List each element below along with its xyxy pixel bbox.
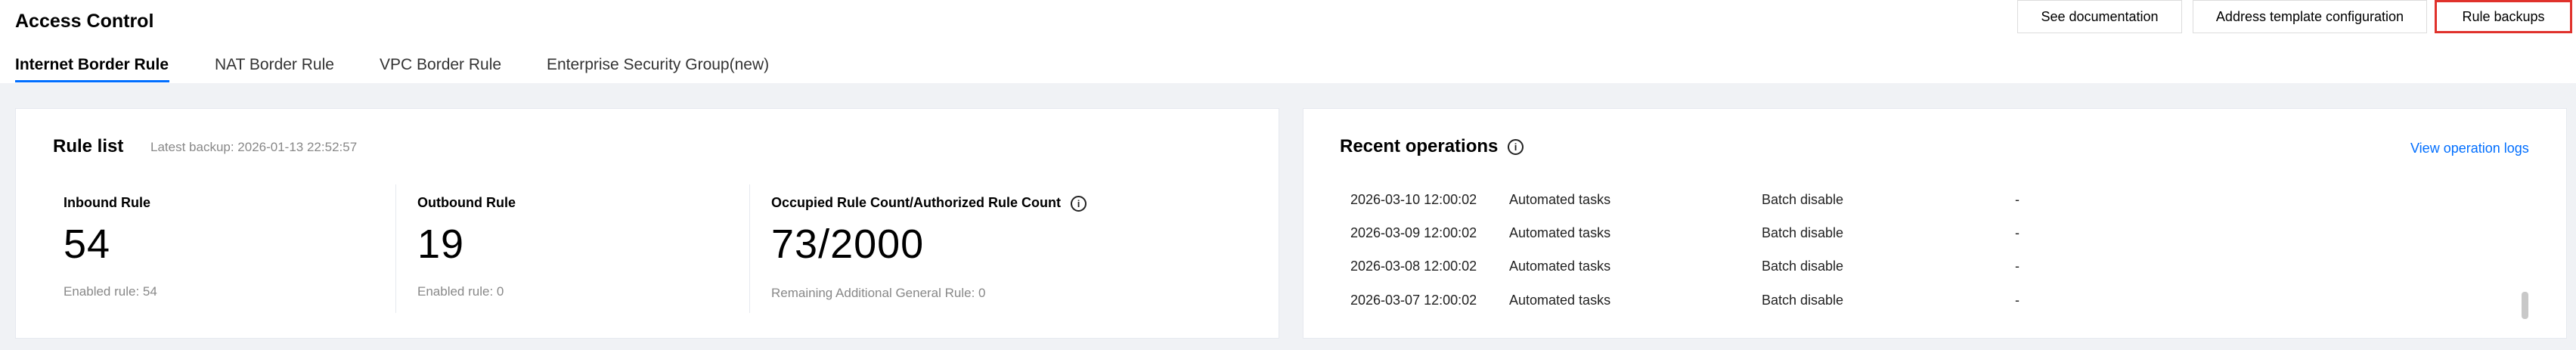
operations-scrollbar[interactable] bbox=[2522, 292, 2528, 319]
rule-count-label-text: Occupied Rule Count/Authorized Rule Coun… bbox=[771, 195, 1061, 210]
tab-nat-border-rule[interactable]: NAT Border Rule bbox=[215, 56, 334, 74]
recent-operations-title: Recent operations i bbox=[1340, 136, 1524, 157]
tab-enterprise-security-group[interactable]: Enterprise Security Group(new) bbox=[547, 56, 769, 74]
outbound-enabled-rule: Enabled rule: 0 bbox=[417, 284, 504, 299]
outbound-rule-label: Outbound Rule bbox=[417, 195, 516, 210]
operation-time: 2026-03-08 12:00:02 bbox=[1350, 259, 1477, 274]
remaining-general-rule: Remaining Additional General Rule: 0 bbox=[771, 286, 986, 300]
top-bar: Access Control See documentation Address… bbox=[0, 0, 2576, 83]
operation-action: Batch disable bbox=[1762, 192, 1844, 207]
address-template-configuration-button[interactable]: Address template configuration bbox=[2193, 0, 2427, 33]
operation-row: 2026-03-10 12:00:02 Automated tasks Batc… bbox=[1303, 192, 2475, 225]
recent-operations-title-text: Recent operations bbox=[1340, 136, 1499, 156]
tab-internet-border-rule[interactable]: Internet Border Rule bbox=[15, 56, 169, 82]
operation-row: 2026-03-08 12:00:02 Automated tasks Batc… bbox=[1303, 259, 2475, 292]
recent-operations-card: Recent operations i View operation logs … bbox=[1303, 108, 2567, 339]
page-title: Access Control bbox=[15, 11, 154, 32]
inbound-enabled-rule: Enabled rule: 54 bbox=[64, 284, 157, 299]
operation-row: 2026-03-09 12:00:02 Automated tasks Batc… bbox=[1303, 225, 2475, 259]
tab-label: NAT Border Rule bbox=[215, 56, 334, 73]
operation-action: Batch disable bbox=[1762, 259, 1844, 274]
operation-type: Automated tasks bbox=[1509, 225, 1611, 240]
rule-list-title: Rule list bbox=[53, 136, 124, 156]
rule-list-card: Rule list Latest backup: 2026-01-13 22:5… bbox=[15, 108, 1279, 339]
view-operation-logs-link[interactable]: View operation logs bbox=[2410, 141, 2529, 156]
operation-time: 2026-03-10 12:00:02 bbox=[1350, 192, 1477, 207]
operation-type: Automated tasks bbox=[1509, 259, 1611, 274]
rule-count-value: 73/2000 bbox=[771, 221, 925, 267]
inbound-rule-count: 54 bbox=[64, 221, 111, 267]
tab-vpc-border-rule[interactable]: VPC Border Rule bbox=[380, 56, 501, 74]
operation-type: Automated tasks bbox=[1509, 293, 1611, 308]
operation-action: Batch disable bbox=[1762, 293, 1844, 308]
info-circle-icon[interactable]: i bbox=[1508, 139, 1524, 156]
operation-time: 2026-03-07 12:00:02 bbox=[1350, 293, 1477, 308]
inbound-rule-label: Inbound Rule bbox=[64, 195, 150, 210]
operation-row: 2026-03-07 12:00:02 Automated tasks Batc… bbox=[1303, 293, 2475, 326]
see-documentation-button[interactable]: See documentation bbox=[2017, 0, 2182, 33]
stat-divider bbox=[395, 184, 396, 313]
tab-label: Internet Border Rule bbox=[15, 56, 169, 73]
operation-detail: - bbox=[2015, 192, 2020, 207]
operation-detail: - bbox=[2015, 293, 2020, 308]
operations-list: 2026-03-10 12:00:02 Automated tasks Batc… bbox=[1303, 192, 2568, 328]
rule-backups-button[interactable]: Rule backups bbox=[2435, 0, 2572, 33]
latest-backup-text: Latest backup: 2026-01-13 22:52:57 bbox=[150, 140, 358, 154]
operation-detail: - bbox=[2015, 225, 2020, 240]
active-tab-indicator bbox=[15, 80, 169, 82]
tab-label: VPC Border Rule bbox=[380, 56, 502, 73]
outbound-rule-count: 19 bbox=[417, 221, 465, 267]
info-circle-icon[interactable]: i bbox=[1071, 195, 1087, 212]
operation-detail: - bbox=[2015, 259, 2020, 274]
operation-type: Automated tasks bbox=[1509, 192, 1611, 207]
operation-time: 2026-03-09 12:00:02 bbox=[1350, 225, 1477, 240]
operation-action: Batch disable bbox=[1762, 225, 1844, 240]
stat-divider bbox=[749, 184, 750, 313]
rule-count-label: Occupied Rule Count/Authorized Rule Coun… bbox=[771, 195, 1087, 212]
tab-label: Enterprise Security Group(new) bbox=[547, 56, 770, 73]
